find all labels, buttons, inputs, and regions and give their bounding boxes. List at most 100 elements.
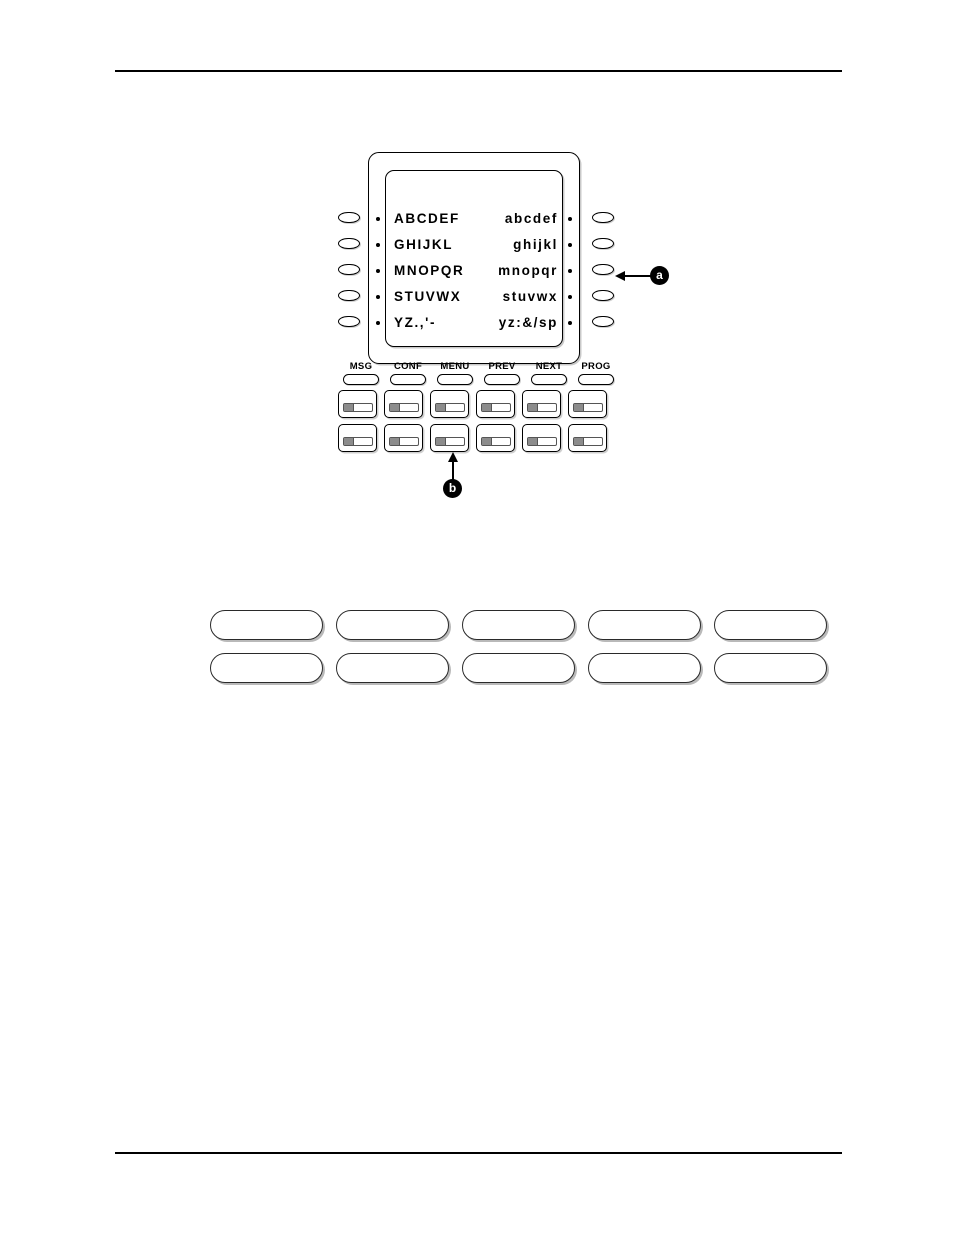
- lcd-character-rows: ABCDEF abcdef GHIJKL ghijkl MNOPQR mnopq…: [390, 205, 562, 335]
- telephone-display-figure: ABCDEF abcdef GHIJKL ghijkl MNOPQR mnopq…: [330, 145, 630, 505]
- label-strip-cell[interactable]: [210, 610, 323, 640]
- designation-label-strip-figure: [210, 610, 840, 696]
- right-softkey-5[interactable]: [592, 316, 614, 327]
- key-indicator-fill: [574, 438, 584, 445]
- fixed-feature-key-label: PREV: [488, 361, 516, 372]
- label-strip-cell[interactable]: [588, 653, 701, 683]
- lcd-row: GHIJKL ghijkl: [390, 231, 562, 257]
- fixed-feature-key-menu[interactable]: MENU: [432, 361, 478, 385]
- fixed-feature-key-slot[interactable]: [484, 374, 520, 385]
- label-strip-cell[interactable]: [336, 610, 449, 640]
- left-softkey-5[interactable]: [338, 316, 360, 327]
- fixed-feature-key-slot[interactable]: [531, 374, 567, 385]
- fixed-feature-key-row: MSG CONF MENU PREV NEXT PROG: [338, 361, 624, 385]
- key-r1c4[interactable]: [476, 390, 515, 418]
- right-softkey-3[interactable]: [592, 264, 614, 275]
- left-softkey-2[interactable]: [338, 238, 360, 249]
- indicator-dot-icon: [568, 243, 572, 247]
- fixed-feature-key-msg[interactable]: MSG: [338, 361, 384, 385]
- lcd-row-lowercase: stuvwx: [502, 288, 558, 304]
- fixed-feature-key-slot[interactable]: [390, 374, 426, 385]
- label-strip-cell[interactable]: [462, 653, 575, 683]
- label-strip-cell[interactable]: [714, 653, 827, 683]
- key-r2c6[interactable]: [568, 424, 607, 452]
- key-r2c1[interactable]: [338, 424, 377, 452]
- right-indicator-dot-column: [566, 217, 574, 347]
- label-strip-cell[interactable]: [714, 610, 827, 640]
- arrow-head: [615, 270, 625, 281]
- left-softkey-1[interactable]: [338, 212, 360, 223]
- key-indicator-fill: [482, 438, 492, 445]
- left-softkey-4[interactable]: [338, 290, 360, 301]
- key-r2c2[interactable]: [384, 424, 423, 452]
- programmable-key-grid: [338, 390, 624, 458]
- header-rule: [115, 70, 842, 72]
- indicator-dot-icon: [376, 321, 380, 325]
- lcd-row: MNOPQR mnopqr: [390, 257, 562, 283]
- key-indicator-fill: [390, 438, 400, 445]
- indicator-dot-icon: [376, 243, 380, 247]
- callout-a-arrow-icon: [615, 270, 651, 281]
- fixed-feature-key-conf[interactable]: CONF: [385, 361, 431, 385]
- key-r2c4[interactable]: [476, 424, 515, 452]
- key-indicator-fill: [436, 438, 446, 445]
- indicator-dot-icon: [376, 269, 380, 273]
- key-indicator-strip: [343, 437, 373, 446]
- callout-marker-a: a: [650, 266, 669, 285]
- key-indicator-strip: [573, 403, 603, 412]
- indicator-dot-icon: [568, 295, 572, 299]
- label-strip-cell[interactable]: [210, 653, 323, 683]
- fixed-feature-key-label: CONF: [393, 361, 423, 372]
- fixed-feature-key-slot[interactable]: [343, 374, 379, 385]
- callout-marker-b: b: [443, 479, 462, 498]
- left-indicator-dot-column: [374, 217, 382, 347]
- fixed-feature-key-slot[interactable]: [578, 374, 614, 385]
- key-indicator-strip: [389, 403, 419, 412]
- key-indicator-fill: [528, 404, 538, 411]
- key-row-1: [338, 390, 624, 418]
- lcd-row-uppercase: YZ.,'-: [394, 314, 437, 330]
- key-r1c6[interactable]: [568, 390, 607, 418]
- key-indicator-strip: [435, 437, 465, 446]
- fixed-feature-key-next[interactable]: NEXT: [526, 361, 572, 385]
- fixed-feature-key-label: PROG: [581, 361, 611, 372]
- right-softkey-4[interactable]: [592, 290, 614, 301]
- key-r1c1[interactable]: [338, 390, 377, 418]
- left-softkey-3[interactable]: [338, 264, 360, 275]
- key-r1c2[interactable]: [384, 390, 423, 418]
- lcd-row-uppercase: ABCDEF: [394, 210, 460, 226]
- key-indicator-fill: [482, 404, 492, 411]
- lcd-row: ABCDEF abcdef: [390, 205, 562, 231]
- label-strip-cell[interactable]: [462, 610, 575, 640]
- fixed-feature-key-prog[interactable]: PROG: [573, 361, 619, 385]
- indicator-dot-icon: [376, 295, 380, 299]
- key-indicator-fill: [344, 404, 354, 411]
- fixed-feature-key-label: NEXT: [535, 361, 563, 372]
- fixed-feature-key-slot[interactable]: [437, 374, 473, 385]
- lcd-row-uppercase: MNOPQR: [394, 262, 465, 278]
- label-strip-cell[interactable]: [588, 610, 701, 640]
- label-strip-row-1: [210, 610, 840, 640]
- right-softkey-1[interactable]: [592, 212, 614, 223]
- key-r2c3[interactable]: [430, 424, 469, 452]
- right-softkey-column: [592, 212, 616, 342]
- indicator-dot-icon: [376, 217, 380, 221]
- key-r2c5[interactable]: [522, 424, 561, 452]
- key-r1c3[interactable]: [430, 390, 469, 418]
- key-indicator-strip: [435, 403, 465, 412]
- key-indicator-fill: [528, 438, 538, 445]
- right-softkey-2[interactable]: [592, 238, 614, 249]
- key-indicator-fill: [390, 404, 400, 411]
- label-strip-cell[interactable]: [336, 653, 449, 683]
- key-indicator-strip: [527, 403, 557, 412]
- label-strip-row-2: [210, 653, 840, 683]
- lcd-row-lowercase: yz:&/sp: [498, 314, 558, 330]
- key-indicator-strip: [527, 437, 557, 446]
- arrow-shaft: [623, 275, 651, 277]
- fixed-feature-key-label: MENU: [440, 361, 470, 372]
- lcd-row-lowercase: mnopqr: [498, 262, 558, 278]
- key-r1c5[interactable]: [522, 390, 561, 418]
- indicator-dot-icon: [568, 321, 572, 325]
- arrow-head: [447, 452, 458, 462]
- fixed-feature-key-prev[interactable]: PREV: [479, 361, 525, 385]
